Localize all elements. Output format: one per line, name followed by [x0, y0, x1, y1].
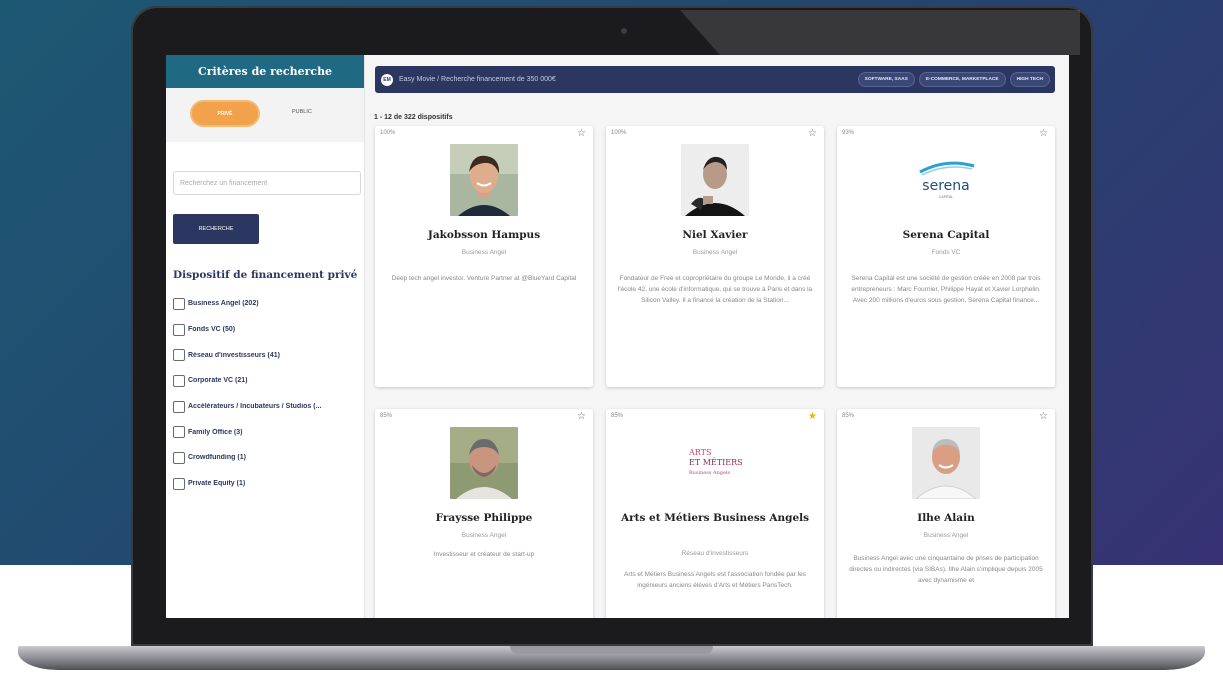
filter-label: Fonds VC (50)	[188, 326, 236, 334]
tag-chip[interactable]: HIGH TECH	[1009, 72, 1050, 87]
card-type: Business Angel	[461, 249, 507, 256]
section-title: Dispositif de financement privé	[173, 269, 358, 281]
match-score: 85%	[611, 413, 624, 419]
card-name: Jakobsson Hampus	[427, 229, 541, 241]
avatar	[450, 427, 518, 499]
card-description: Business Angel avec une cinquantaine de …	[849, 555, 1043, 584]
filter-label: Crowdfunding (1)	[188, 454, 246, 462]
logo-line-2: ET MÉTIERS	[689, 458, 743, 467]
result-card[interactable]: 100% ☆ Jakobsson Hampus Business Angel D…	[375, 126, 593, 387]
star-icon[interactable]: ☆	[1039, 411, 1048, 422]
filter-item[interactable]: Business Angel (202)	[173, 291, 363, 317]
company-logo: serena CAPITAL	[912, 144, 980, 216]
filter-label: Private Equity (1)	[188, 480, 246, 488]
filter-list: Business Angel (202) Fonds VC (50) Résea…	[173, 291, 363, 497]
logo-line-3: Business Angels	[689, 470, 731, 476]
card-description: Fondateur de Free et copropriétaire du g…	[617, 275, 813, 304]
tag-chip[interactable]: E-COMMERCE, MARKETPLACE	[918, 72, 1006, 87]
screen-glare	[680, 10, 1080, 55]
tag-chip[interactable]: SOFTWARE, SAAS	[857, 72, 915, 87]
match-score: 100%	[380, 130, 396, 136]
results-area: EM Easy Movie / Recherche financement de…	[366, 55, 1069, 618]
match-score: 85%	[380, 413, 393, 419]
project-bar: EM Easy Movie / Recherche financement de…	[375, 66, 1055, 93]
sector-toggle: PRIVÉ PUBLIC	[166, 88, 364, 142]
star-icon[interactable]: ☆	[577, 128, 586, 139]
filter-item[interactable]: Private Equity (1)	[173, 471, 363, 497]
checkbox[interactable]	[173, 451, 185, 464]
result-card[interactable]: 85% ☆ Fraysse Philippe Business Angel In…	[375, 409, 593, 618]
filter-item[interactable]: Réseau d'investisseurs (41)	[173, 342, 363, 368]
card-type: Business Angel	[461, 532, 507, 539]
card-description: Investisseur et créateur de start-up	[433, 551, 535, 558]
card-type: Business Angel	[923, 532, 969, 539]
search-button[interactable]: RECHERCHE	[173, 214, 259, 244]
checkbox[interactable]	[173, 349, 185, 362]
sidebar-header: Critères de recherche	[166, 55, 364, 88]
filter-label: Corporate VC (21)	[188, 377, 248, 385]
card-name: Serena Capital	[902, 229, 990, 241]
filter-item[interactable]: Fonds VC (50)	[173, 317, 363, 343]
card-name: Arts et Métiers Business Angels	[620, 512, 810, 524]
logo-subtext: CAPITAL	[939, 195, 953, 199]
app-screen: Critères de recherche PRIVÉ PUBLIC Reche…	[166, 55, 1069, 618]
filter-item[interactable]: Crowdfunding (1)	[173, 445, 363, 471]
card-type: Réseau d'investisseurs	[681, 550, 749, 557]
webcam	[621, 28, 627, 34]
checkbox[interactable]	[173, 477, 185, 490]
match-score: 100%	[611, 130, 627, 136]
card-type: Fonds VC	[931, 249, 961, 256]
card-description: Deep tech angel investor. Venture Partne…	[391, 275, 577, 282]
result-card[interactable]: 100% ☆ Niel Xavier Business Angel Fondat…	[606, 126, 824, 387]
star-icon[interactable]: ☆	[577, 411, 586, 422]
tag-list: SOFTWARE, SAAS E-COMMERCE, MARKETPLACE H…	[857, 72, 1050, 87]
card-description: Serena Capital est une société de gestio…	[851, 275, 1041, 304]
checkbox[interactable]	[173, 323, 185, 336]
toggle-public[interactable]: PUBLIC	[292, 109, 312, 115]
card-name: Ilhe Alain	[917, 512, 975, 524]
star-icon[interactable]: ☆	[1039, 128, 1048, 139]
logo-text: serena	[922, 178, 969, 194]
results-count: 1 - 12 de 322 dispositifs	[374, 114, 453, 121]
company-logo: ARTS ET MÉTIERS Business Angels	[681, 427, 749, 499]
search-input[interactable]: Recherchez un financement	[173, 171, 361, 195]
logo-line-1: ARTS	[688, 448, 711, 457]
laptop-notch	[510, 646, 713, 654]
card-name: Fraysse Philippe	[435, 512, 533, 524]
filter-label: Family Office (3)	[188, 428, 243, 436]
avatar	[681, 144, 749, 216]
sidebar: Critères de recherche PRIVÉ PUBLIC Reche…	[166, 55, 365, 618]
checkbox[interactable]	[173, 374, 185, 387]
filter-item[interactable]: Family Office (3)	[173, 419, 363, 445]
card-name: Niel Xavier	[682, 229, 748, 241]
result-card[interactable]: 93% ☆ serena CAPITAL Serena Capital Fond…	[837, 126, 1055, 387]
checkbox[interactable]	[173, 400, 185, 413]
checkbox[interactable]	[173, 297, 185, 310]
match-score: 85%	[842, 413, 855, 419]
toggle-prive[interactable]: PRIVÉ	[190, 100, 260, 127]
match-score: 93%	[842, 130, 855, 136]
star-icon[interactable]: ☆	[808, 128, 817, 139]
filter-label: Business Angel (202)	[188, 300, 259, 308]
avatar	[912, 427, 980, 499]
card-type: Business Angel	[692, 249, 738, 256]
project-logo: EM	[381, 73, 393, 86]
card-description: Arts et Métiers Business Angels est l'as…	[624, 571, 806, 589]
checkbox[interactable]	[173, 426, 185, 439]
filter-label: Accélérateurs / Incubateurs / Studios (.…	[188, 403, 322, 411]
filter-label: Réseau d'investisseurs (41)	[188, 351, 280, 359]
project-title: Easy Movie / Recherche financement de 35…	[399, 76, 556, 83]
star-filled-icon[interactable]: ★	[808, 411, 817, 422]
filter-item[interactable]: Accélérateurs / Incubateurs / Studios (.…	[173, 394, 363, 420]
result-card[interactable]: 85% ☆ Ilhe Alain Business Angel Business…	[837, 409, 1055, 618]
filter-item[interactable]: Corporate VC (21)	[173, 368, 363, 394]
avatar	[450, 144, 518, 216]
result-card[interactable]: 85% ★ ARTS ET MÉTIERS Business Angels Ar…	[606, 409, 824, 618]
